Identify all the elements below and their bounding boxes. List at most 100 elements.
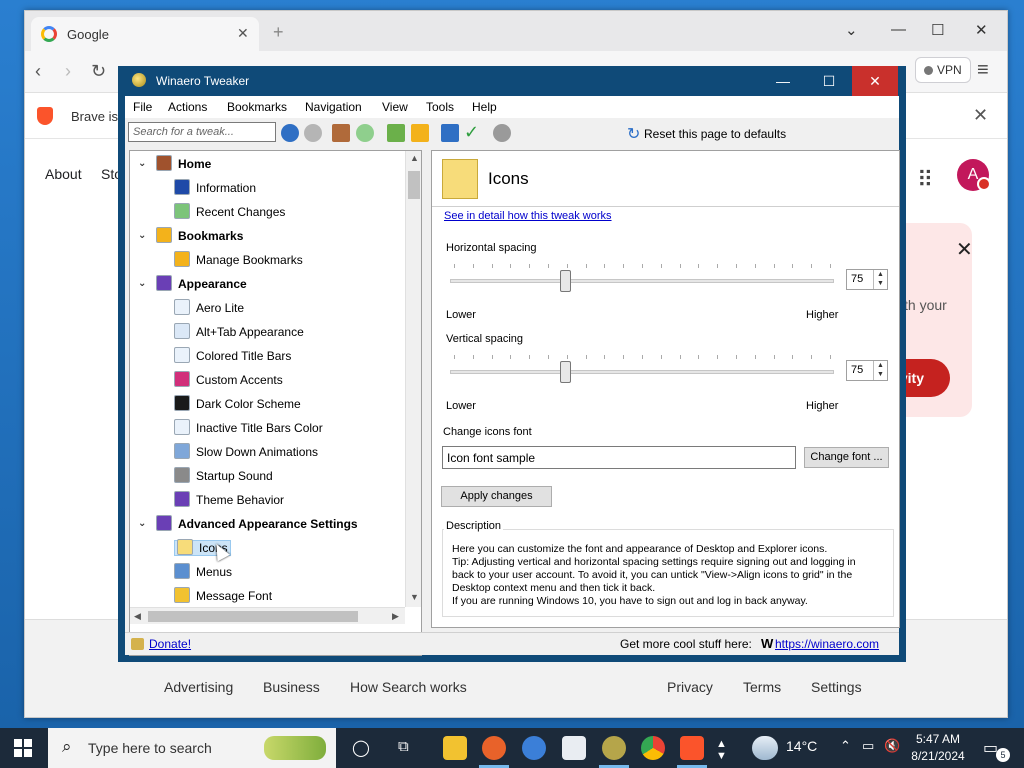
network-icon[interactable]: ▭	[862, 738, 874, 754]
taskbar-search-box[interactable]: ⌕ Type here to search	[48, 728, 336, 768]
expand-chevron-icon[interactable]: ⌄	[138, 273, 146, 295]
menu-tools[interactable]: Tools	[426, 100, 454, 114]
winaero-website-link[interactable]: https://winaero.com	[775, 637, 879, 651]
tree-category[interactable]: ⌄ Bookmarks	[138, 225, 243, 247]
firefox-icon[interactable]	[482, 736, 506, 760]
tree-item[interactable]: Custom Accents	[174, 369, 283, 391]
tweak-details-link[interactable]: See in detail how this tweak works	[444, 210, 612, 222]
info-bar-close-icon[interactable]: ✕	[973, 105, 988, 126]
footer-advertising[interactable]: Advertising	[164, 679, 233, 695]
donate-link[interactable]: Donate!	[149, 637, 191, 651]
add-bookmark-icon[interactable]	[387, 124, 405, 142]
volume-muted-icon[interactable]: 🔇	[884, 738, 900, 754]
tree-category[interactable]: ⌄ Home	[138, 153, 211, 175]
horizontal-spacing-slider[interactable]	[560, 270, 572, 292]
tree-hscroll-thumb[interactable]	[148, 611, 358, 622]
forward-arrow-icon[interactable]	[304, 124, 322, 142]
tree-item[interactable]: Message Font	[174, 585, 272, 607]
tree-scroll-thumb[interactable]	[408, 171, 420, 199]
menu-file[interactable]: File	[133, 100, 152, 114]
expand-chevron-icon[interactable]: ⌄	[138, 513, 146, 535]
file-explorer-icon[interactable]	[443, 736, 467, 760]
settings-gear-icon[interactable]	[493, 124, 511, 142]
forward-icon[interactable]: ›	[65, 61, 71, 82]
horizontal-spin-icon[interactable]: ▲ ▼	[873, 270, 887, 289]
weather-temperature[interactable]: 14°C	[786, 738, 817, 754]
tree-item[interactable]: Inactive Title Bars Color	[174, 417, 323, 439]
back-arrow-icon[interactable]	[281, 124, 299, 142]
tree-item[interactable]: Theme Behavior	[174, 489, 284, 511]
back-icon[interactable]: ‹	[35, 61, 41, 82]
apps-grid-icon[interactable]: ⠿	[917, 167, 933, 193]
expand-chevron-icon[interactable]: ⌄	[138, 225, 146, 247]
promo-close-icon[interactable]: ✕	[956, 237, 973, 262]
tree-item[interactable]: Slow Down Animations	[174, 441, 318, 463]
tree-item[interactable]: Startup Sound	[174, 465, 273, 487]
tree-category[interactable]: ⌄ Appearance	[138, 273, 247, 295]
tree-item[interactable]: Information	[174, 177, 256, 199]
tree-vertical-scrollbar[interactable]: ▲ ▼	[405, 151, 421, 607]
footer-settings[interactable]: Settings	[811, 679, 862, 695]
font-sample-field[interactable]: Icon font sample	[442, 446, 796, 469]
expand-chevron-icon[interactable]: ⌄	[138, 153, 146, 175]
reload-icon[interactable]: ↻	[91, 61, 106, 82]
vertical-spin-icon[interactable]: ▲ ▼	[873, 361, 887, 380]
tray-chevron-icon[interactable]: ⌃	[840, 738, 851, 754]
shortcut-icon[interactable]	[441, 124, 459, 142]
menu-actions[interactable]: Actions	[168, 100, 207, 114]
minimize-button[interactable]: —	[760, 66, 806, 96]
home-icon[interactable]	[332, 124, 350, 142]
maximize-button[interactable]: ☐	[806, 66, 852, 96]
tree-category[interactable]: ⌄ Advanced Appearance Settings	[138, 513, 358, 535]
tree-item[interactable]: Colored Title Bars	[174, 345, 291, 367]
menu-help[interactable]: Help	[472, 100, 497, 114]
vpn-button[interactable]: VPN	[915, 57, 971, 83]
tree-item[interactable]: Dark Color Scheme	[174, 393, 301, 415]
footer-terms[interactable]: Terms	[743, 679, 781, 695]
reset-page-button[interactable]: Reset this page to defaults	[644, 127, 786, 141]
overflow-chevron-icon[interactable]: ▲ ▼	[716, 738, 727, 762]
scroll-down-icon[interactable]: ▼	[410, 592, 419, 602]
checkmark-icon[interactable]: ✓	[464, 123, 482, 142]
close-button[interactable]: ✕	[852, 66, 898, 96]
reset-icon[interactable]: ↻	[627, 124, 640, 144]
menu-view[interactable]: View	[382, 100, 408, 114]
tweak-search-input[interactable]: Search for a tweak...	[128, 122, 276, 142]
tree-item[interactable]: Menus	[174, 561, 232, 583]
tab-search-icon[interactable]: ⌄	[845, 21, 858, 39]
browser-minimize-icon[interactable]: —	[891, 21, 906, 38]
horizontal-spacing-track[interactable]	[450, 279, 834, 283]
scroll-right-icon[interactable]: ▶	[392, 611, 399, 622]
task-view-icon[interactable]: ⧉	[398, 738, 409, 755]
scroll-up-icon[interactable]: ▲	[410, 153, 419, 163]
apply-changes-button[interactable]: Apply changes	[441, 486, 552, 507]
new-tab-button[interactable]: +	[273, 22, 284, 43]
browser-close-icon[interactable]: ✕	[975, 21, 988, 39]
menu-icon[interactable]: ≡	[977, 59, 989, 82]
start-button[interactable]	[14, 739, 32, 757]
bookmarks-star-icon[interactable]	[411, 124, 429, 142]
weather-icon[interactable]	[752, 736, 778, 760]
browser-tab[interactable]: Google ✕	[31, 17, 259, 51]
tree-item[interactable]: Manage Bookmarks	[174, 249, 303, 271]
vertical-spacing-slider[interactable]	[560, 361, 572, 383]
brave-taskbar-icon[interactable]	[680, 736, 704, 760]
change-font-button[interactable]: Change font ...	[804, 447, 889, 468]
tab-close-icon[interactable]: ✕	[237, 25, 249, 42]
recent-changes-icon[interactable]	[356, 124, 374, 142]
cortana-icon[interactable]: ◯	[352, 738, 370, 758]
tree-item[interactable]: Recent Changes	[174, 201, 285, 223]
chromium-icon[interactable]	[522, 736, 546, 760]
tree-item[interactable]: Aero Lite	[174, 297, 244, 319]
package-icon[interactable]	[562, 736, 586, 760]
about-link[interactable]: About	[45, 166, 82, 182]
horizontal-spacing-value[interactable]: 75 ▲ ▼	[846, 269, 888, 290]
chrome-icon[interactable]	[641, 736, 665, 760]
clock[interactable]: 5:47 AM 8/21/2024	[904, 731, 972, 765]
winaero-taskbar-icon[interactable]	[602, 736, 626, 760]
footer-business[interactable]: Business	[263, 679, 320, 695]
menu-bookmarks[interactable]: Bookmarks	[227, 100, 287, 114]
tree-horizontal-scrollbar[interactable]: ◀ ▶	[130, 607, 405, 624]
vertical-spacing-value[interactable]: 75 ▲ ▼	[846, 360, 888, 381]
vertical-spacing-track[interactable]	[450, 370, 834, 374]
